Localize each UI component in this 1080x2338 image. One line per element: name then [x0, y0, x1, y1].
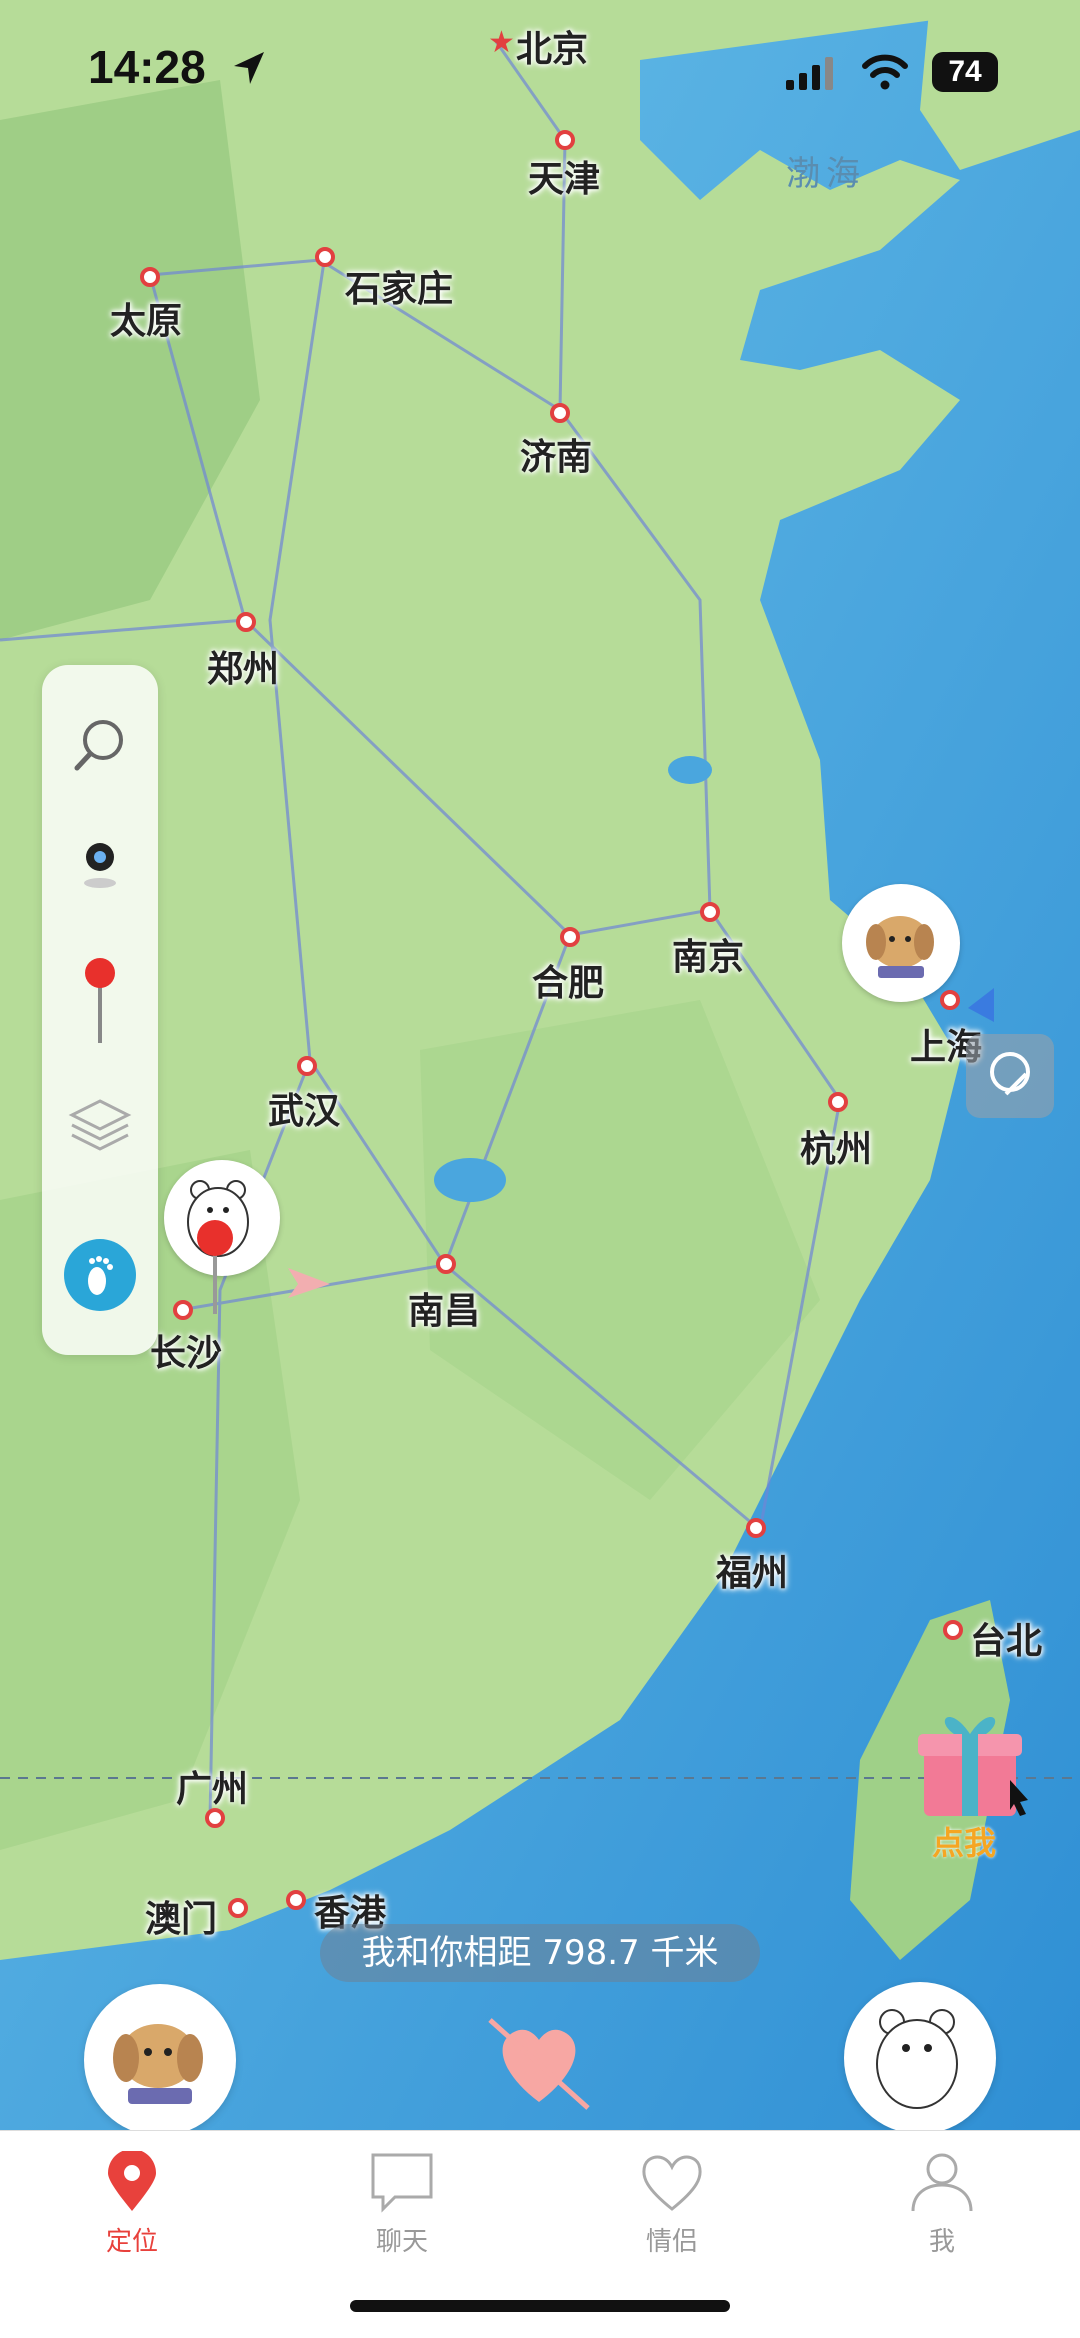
chat-bubble-icon	[371, 2153, 433, 2213]
pin-button[interactable]	[60, 950, 140, 1050]
tab-label: 定位	[105, 2227, 158, 2257]
footprint-icon	[64, 1239, 136, 1311]
heart-arrow-icon	[488, 2018, 590, 2110]
lake	[668, 756, 712, 784]
puppy-avatar-icon	[866, 916, 934, 978]
partner-avatar-marker[interactable]	[842, 884, 960, 1002]
status-time: 14:28	[88, 41, 206, 93]
camera-button[interactable]	[60, 825, 140, 905]
heading-arrow-icon	[288, 1268, 330, 1298]
direction-arrow-icon	[968, 988, 994, 1022]
wifi-icon	[862, 54, 908, 90]
red-pin-icon	[85, 958, 115, 1043]
layers-icon	[68, 1099, 132, 1151]
heart-icon	[642, 2155, 702, 2211]
city-label-shijiazhuang: 石家庄	[345, 269, 454, 310]
tab-label: 聊天	[375, 2227, 428, 2257]
cellular-signal-icon	[786, 57, 833, 90]
battery-indicator: 74	[932, 52, 998, 92]
gift-button[interactable]: 点我	[910, 1700, 1040, 1862]
city-label-taibei: 台北	[970, 1621, 1043, 1662]
tab-label: 情侣	[645, 2227, 698, 2257]
city-label-aomen: 澳门	[145, 1899, 218, 1940]
city-label-changsha: 长沙	[150, 1333, 223, 1374]
search-button[interactable]	[60, 705, 140, 785]
gift-box-icon	[918, 1716, 1028, 1816]
bear-avatar-icon	[876, 2009, 958, 2109]
recenter-button[interactable]	[966, 1034, 1054, 1118]
city-label-wuhan: 武汉	[268, 1091, 341, 1132]
location-pin-icon	[108, 2149, 156, 2211]
tab-me[interactable]: 我	[862, 2151, 1022, 2258]
city-label-hefei: 合肥	[532, 963, 605, 1004]
status-bar: 14:28 74	[0, 0, 1080, 140]
city-label-zhengzhou: 郑州	[207, 649, 280, 690]
city-label-guangzhou: 广州	[176, 1769, 249, 1810]
sea-label-bohai: 渤海	[786, 154, 866, 194]
location-edit-icon	[990, 1052, 1030, 1096]
map-tool-panel	[42, 665, 158, 1355]
distance-label: 我和你相距 798.7 千米	[320, 1924, 760, 1982]
city-label-fuzhou: 福州	[716, 1553, 789, 1594]
camera-icon	[84, 843, 116, 888]
person-icon	[911, 2153, 973, 2212]
partner-avatar[interactable]	[84, 1984, 236, 2136]
city-label-tianjin: 天津	[528, 159, 601, 200]
lake	[434, 1158, 506, 1202]
location-arrow-icon	[234, 52, 264, 84]
home-indicator	[350, 2300, 730, 2312]
gift-label: 点我	[932, 1824, 997, 1862]
city-label-jinan: 济南	[520, 437, 593, 478]
city-label-nanchang: 南昌	[408, 1291, 481, 1332]
my-avatar[interactable]	[844, 1982, 996, 2134]
tab-chat[interactable]: 聊天	[322, 2151, 482, 2258]
tab-label: 我	[928, 2227, 955, 2257]
footprint-button[interactable]	[60, 1235, 140, 1315]
city-label-hangzhou: 杭州	[800, 1129, 873, 1170]
search-icon	[74, 720, 123, 771]
city-label-nanjing: 南京	[672, 937, 745, 978]
tab-couple[interactable]: 情侣	[592, 2151, 752, 2258]
puppy-avatar-icon	[113, 2024, 203, 2104]
current-location-pin-icon	[197, 1220, 233, 1314]
city-label-taiyuan: 太原	[110, 301, 183, 342]
tab-location[interactable]: 定位	[52, 2149, 212, 2258]
layers-button[interactable]	[60, 1085, 140, 1165]
